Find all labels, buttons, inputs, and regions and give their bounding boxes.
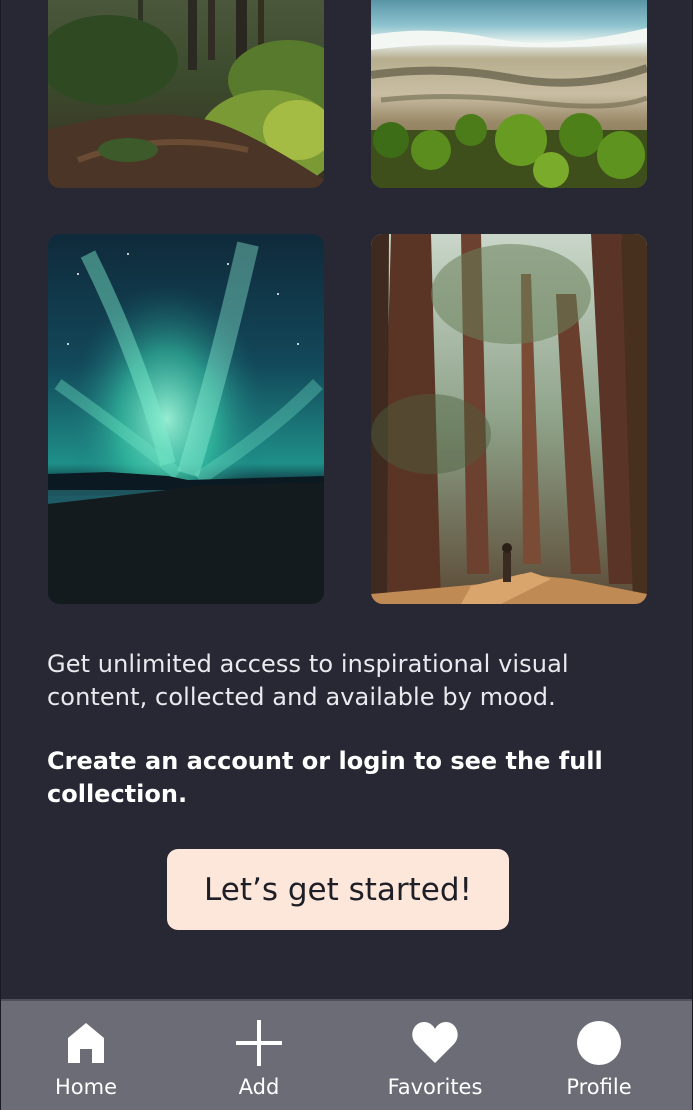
intro-text: Get unlimited access to inspirational vi…	[47, 650, 569, 711]
forest-photo	[48, 0, 324, 188]
profile-icon	[573, 1019, 625, 1067]
get-started-button[interactable]: Let’s get started!	[167, 849, 509, 930]
tab-favorites[interactable]: Favorites	[360, 1001, 510, 1110]
redwood-photo	[371, 234, 647, 604]
aurora-photo	[48, 234, 324, 604]
tab-add[interactable]: Add	[184, 1001, 334, 1110]
account-prompt: Create an account or login to see the fu…	[47, 747, 603, 808]
tab-label-home: Home	[54, 1075, 117, 1099]
tab-label-profile: Profile	[566, 1075, 632, 1099]
tab-label-favorites: Favorites	[387, 1075, 483, 1099]
home-icon	[60, 1019, 112, 1067]
heart-icon	[409, 1019, 461, 1067]
coast-photo	[371, 0, 647, 188]
plus-icon	[233, 1019, 285, 1067]
tab-label-add: Add	[238, 1075, 280, 1099]
tab-home[interactable]: Home	[11, 1001, 161, 1110]
tab-profile[interactable]: Profile	[524, 1001, 674, 1110]
onboarding-screen: Get unlimited access to inspirational vi…	[0, 0, 693, 1110]
bottom-tab-bar: Home Add Favorites Profile	[1, 999, 692, 1110]
